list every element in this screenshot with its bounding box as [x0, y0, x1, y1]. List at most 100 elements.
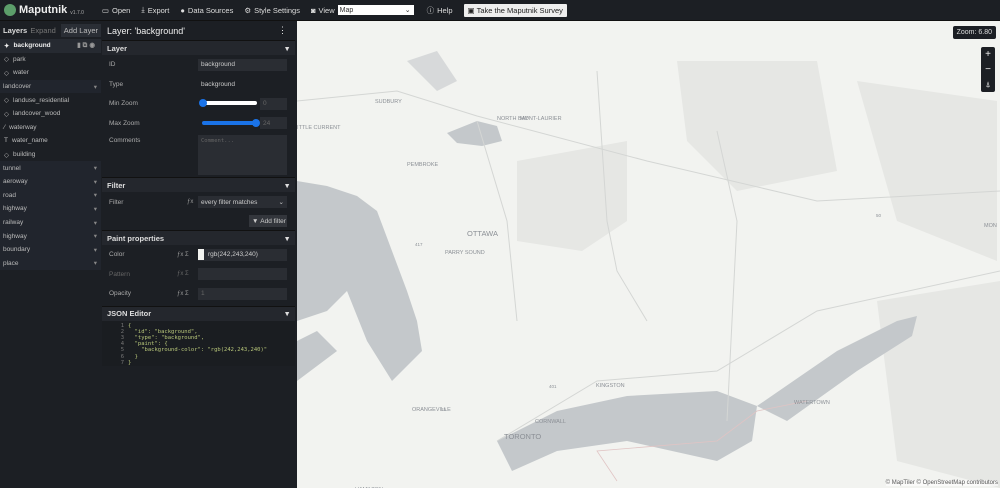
- open-button[interactable]: ▭ Open: [102, 6, 130, 15]
- place-label: OTTAWA: [467, 229, 498, 238]
- comments-textarea[interactable]: Comment...: [198, 135, 287, 175]
- filter-select[interactable]: every filter matches ⌄: [198, 196, 287, 208]
- layer-label: landcover_wood: [13, 110, 61, 118]
- layer-item-building[interactable]: ◇ building: [0, 148, 101, 162]
- layer-item-landuse_residential[interactable]: ◇ landuse_residential: [0, 93, 101, 107]
- max-zoom-slider[interactable]: [202, 118, 260, 127]
- top-toolbar: Maputnik v1.7.0 ▭ Open ⤓ Export ● Data Sourc…: [0, 0, 1000, 21]
- chevron-down-icon[interactable]: ▾: [94, 178, 97, 186]
- layer-group-highway[interactable]: highway ▾: [0, 202, 101, 216]
- data-sources-button[interactable]: ● Data Sources: [180, 6, 233, 15]
- opacity-input[interactable]: 1: [198, 287, 287, 300]
- expand-button[interactable]: Expand: [30, 26, 55, 35]
- layer-group-place[interactable]: place ▾: [0, 256, 101, 271]
- section-title: Filter: [107, 180, 126, 190]
- json-line-text: "background-color": "rgb(242,243,240)": [128, 347, 268, 354]
- add-filter-button[interactable]: ▼ Add filter: [249, 215, 287, 227]
- map-attribution[interactable]: © MapTiler © OpenStreetMap contributors: [885, 480, 998, 486]
- min-zoom-input[interactable]: 0: [260, 97, 287, 110]
- line-number: 7: [120, 359, 124, 366]
- visibility-icon[interactable]: ◉: [89, 42, 97, 49]
- chevron-down-icon[interactable]: ▾: [94, 259, 97, 267]
- zoom-in-button[interactable]: +: [981, 47, 995, 62]
- layer-label: aeroway: [3, 178, 28, 186]
- slider-handle[interactable]: [252, 118, 260, 127]
- json-editor-section-header[interactable]: JSON Editor ▾: [102, 305, 295, 321]
- layer-item-park[interactable]: ◇ park: [0, 53, 101, 67]
- json-line-text: {: [128, 322, 132, 329]
- chevron-down-icon[interactable]: ▾: [94, 83, 97, 91]
- layer-group-boundary[interactable]: boundary ▾: [0, 242, 101, 257]
- json-line: 7}: [106, 360, 295, 366]
- layer-item-background[interactable]: ✦ background ▮⧉◉: [0, 39, 101, 53]
- min-zoom-slider[interactable]: [199, 99, 257, 107]
- id-input[interactable]: background: [198, 58, 287, 71]
- layer-list-panel: Layers Expand Add Layer ✦ background ▮⧉◉ ◇ par…: [0, 21, 101, 488]
- layer-item-water_name[interactable]: Twater_name: [0, 134, 101, 148]
- layer-label: boundary: [3, 246, 31, 254]
- help-button[interactable]: ⓘ Help: [427, 5, 453, 16]
- chevron-down-icon[interactable]: ▾: [94, 219, 97, 227]
- fill-layer-icon: ◇: [4, 97, 9, 105]
- layer-label: park: [13, 55, 26, 63]
- function-icon[interactable]: ƒx Σ: [177, 252, 189, 258]
- road-shield-label: 15: [441, 407, 447, 412]
- chevron-down-icon[interactable]: ▾: [94, 205, 97, 213]
- map-view[interactable]: SUDBURY NORTH BAY MONT-LAURIER PEMBROKE OTTA…: [297, 21, 1000, 488]
- survey-button[interactable]: ▣ Take the Maputnik Survey: [463, 3, 567, 17]
- layer-group-tunnel[interactable]: tunnel ▾: [0, 161, 101, 175]
- chevron-down-icon[interactable]: ▾: [94, 164, 97, 172]
- app-logo[interactable]: Maputnik v1.7.0: [4, 4, 84, 16]
- style-settings-button[interactable]: ⚙ Style Settings: [244, 6, 300, 15]
- chevron-down-icon[interactable]: ▾: [94, 246, 97, 254]
- survey-label: Take the Maputnik Survey: [476, 5, 563, 15]
- section-title: JSON Editor: [107, 309, 152, 318]
- layer-group-landcover[interactable]: landcover ▾: [0, 79, 101, 94]
- function-icon[interactable]: ƒx: [187, 199, 193, 205]
- compass-button[interactable]: ⍋: [981, 77, 995, 92]
- map-canvas[interactable]: SUDBURYNORTH BAYMONT-LAURIERPEMBROKEOTTA…: [297, 21, 1000, 488]
- add-layer-button[interactable]: Add Layer: [60, 23, 101, 37]
- export-button[interactable]: ⤓ Export: [141, 5, 169, 15]
- json-editor[interactable]: 1{2 "id": "background", 3 "type": "backgr…: [102, 320, 295, 366]
- layer-group-highway[interactable]: highway ▾: [0, 229, 101, 243]
- chevron-down-icon[interactable]: ▾: [94, 232, 97, 240]
- style-settings-label: Style Settings: [254, 5, 300, 15]
- help-icon: ⓘ: [426, 5, 435, 15]
- collapse-icon: ▾: [285, 180, 289, 190]
- chevron-down-icon[interactable]: ▾: [94, 191, 97, 199]
- layer-label: highway: [3, 205, 27, 213]
- json-line-text: "id": "background",: [128, 328, 198, 335]
- database-icon: ●: [180, 5, 185, 15]
- function-icon[interactable]: ƒx Σ: [177, 291, 189, 297]
- layer-label: water_name: [11, 137, 48, 145]
- filter-section-header[interactable]: Filter ▾: [102, 177, 295, 192]
- color-value: rgb(242,243,240): [208, 251, 258, 259]
- more-menu-icon[interactable]: ⋮: [278, 25, 287, 36]
- id-label: ID: [109, 61, 116, 69]
- layer-section-header[interactable]: Layer ▾: [102, 40, 295, 55]
- color-input[interactable]: rgb(242,243,240): [198, 248, 287, 261]
- paint-section-header[interactable]: Paint properties ▾: [102, 230, 295, 245]
- function-icon[interactable]: ƒx Σ: [177, 271, 189, 277]
- layer-label: water: [13, 69, 29, 77]
- fill-layer-icon: ◇: [4, 151, 9, 159]
- symbol-layer-icon: T: [4, 137, 8, 145]
- map-navigation-controls: + − ⍋: [981, 47, 995, 92]
- max-zoom-input[interactable]: 24: [260, 117, 287, 130]
- comments-label: Comments: [109, 137, 141, 144]
- pattern-input[interactable]: [198, 268, 287, 281]
- layer-item-water[interactable]: ◇ water: [0, 66, 101, 80]
- color-swatch[interactable]: [198, 249, 204, 261]
- layer-item-landcover_wood[interactable]: ◇ landcover_wood: [0, 107, 101, 121]
- layer-item-waterway[interactable]: ⁄ waterway: [0, 121, 101, 135]
- layer-group-road[interactable]: road ▾: [0, 188, 101, 203]
- json-line-text: }: [128, 359, 132, 366]
- zoom-out-button[interactable]: −: [981, 62, 995, 77]
- layer-group-railway[interactable]: railway ▾: [0, 215, 101, 230]
- slider-handle[interactable]: [199, 99, 207, 107]
- view-select[interactable]: Map ⌄: [337, 5, 414, 15]
- type-value: background: [201, 80, 235, 88]
- layer-group-aeroway[interactable]: aeroway ▾: [0, 174, 101, 189]
- open-label: Open: [112, 5, 131, 15]
